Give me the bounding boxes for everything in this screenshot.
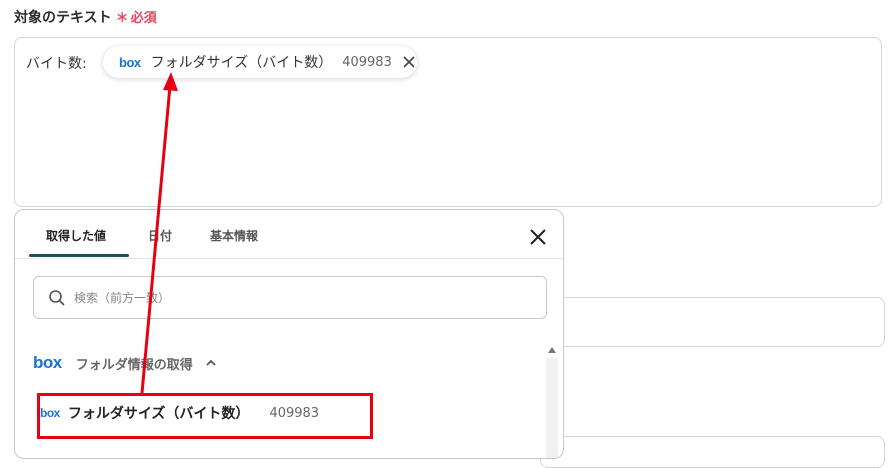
box-logo: box [33,353,62,372]
background-field [540,436,885,468]
search-placeholder: 検索（前方一致） [74,291,171,305]
chip-label: フォルダサイズ（バイト数） [150,55,333,71]
tab-date[interactable]: 日付 [148,227,172,244]
tab-bar: 取得した値 日付 基本情報 [15,210,563,259]
annotation-highlight-box [37,393,373,439]
search-input[interactable]: 検索（前方一致） [33,276,547,319]
tab-basic-info[interactable]: 基本情報 [210,227,258,244]
variable-chip[interactable]: box フォルダサイズ（バイト数） 409983 [103,46,417,78]
group-label: フォルダ情報の取得 [75,357,193,373]
box-logo: box [119,54,141,70]
field-label-text: 対象のテキスト [14,10,112,26]
required-text: 必須 [130,11,157,26]
close-icon[interactable] [402,55,416,69]
chevron-up-icon [206,359,216,366]
required-mark: ＊ [115,11,129,26]
background-field [540,297,885,347]
group-header[interactable]: box フォルダ情報の取得 [33,353,217,373]
field-label: 対象のテキスト＊必須 [14,7,157,27]
active-tab-indicator [29,254,129,257]
scroll-up-arrow-icon[interactable] [547,345,557,355]
close-icon[interactable] [529,228,547,246]
tab-acquired-values[interactable]: 取得した値 [46,227,106,244]
scrollbar-track[interactable] [546,358,558,458]
text-prefix: バイト数: [26,56,87,72]
chip-value: 409983 [342,54,392,70]
search-icon [49,289,65,306]
